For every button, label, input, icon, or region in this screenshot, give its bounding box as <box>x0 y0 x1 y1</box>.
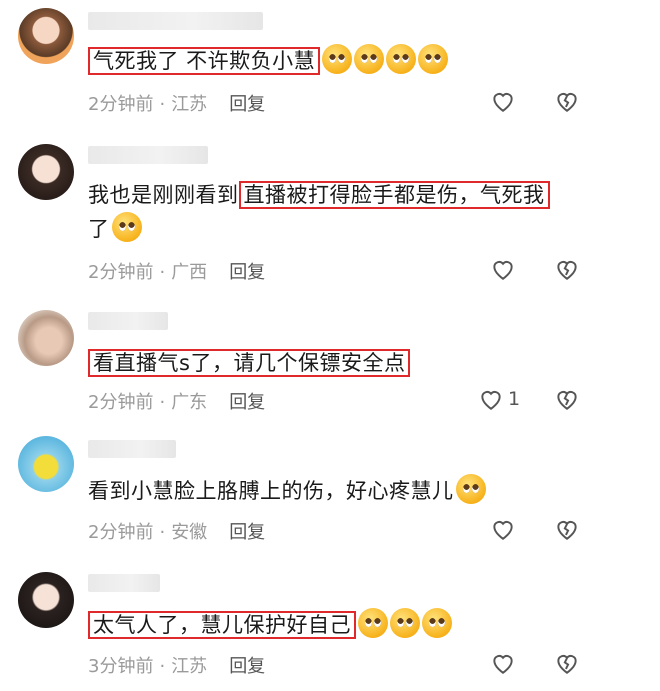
separator: · <box>159 392 166 413</box>
reply-button[interactable]: 回复 <box>229 262 265 283</box>
timestamp: 2分钟前 <box>88 522 154 543</box>
comment-text: 看直播气s了，请几个保镖安全点 <box>88 346 411 380</box>
avatar[interactable] <box>18 436 74 492</box>
comment-meta: 2分钟前 · 广东 回复 <box>88 388 265 414</box>
comment-text-content: 看直播气s了，请几个保镖安全点 <box>93 351 406 375</box>
timestamp: 2分钟前 <box>88 262 154 283</box>
dislike-button[interactable] <box>554 386 580 412</box>
separator: · <box>159 94 166 115</box>
broken-heart-icon <box>557 93 577 112</box>
username-blurred[interactable] <box>88 12 263 30</box>
username-blurred[interactable] <box>88 574 160 592</box>
highlight-box: 太气人了，慧儿保护好自己 <box>88 611 356 639</box>
timestamp: 2分钟前 <box>88 392 154 413</box>
avatar[interactable] <box>18 310 74 366</box>
reply-button[interactable]: 回复 <box>229 94 265 115</box>
avatar[interactable] <box>18 8 74 64</box>
crying-emoji-icon <box>111 212 142 242</box>
comment-meta: 2分钟前 · 广西 回复 <box>88 258 265 284</box>
highlight-box: 气死我了 不许欺负小慧 <box>88 47 321 75</box>
pleading-emoji-icon <box>358 608 388 638</box>
pleading-emoji-icon <box>322 44 353 74</box>
broken-heart-icon <box>557 521 577 540</box>
broken-heart-icon <box>557 391 577 410</box>
heart-icon <box>493 521 513 540</box>
timestamp: 2分钟前 <box>88 94 154 115</box>
location: 江苏 <box>171 94 208 115</box>
comment-text-content: 气死我了 不许欺负小慧 <box>93 49 316 73</box>
pleading-emoji-icon <box>422 608 452 638</box>
dislike-button[interactable] <box>554 88 580 114</box>
comment-meta: 2分钟前 · 江苏 回复 <box>88 90 265 116</box>
highlight-box: 看直播气s了，请几个保镖安全点 <box>88 349 411 377</box>
dislike-button[interactable] <box>554 650 580 676</box>
comment-text-line2: 了 <box>88 217 110 241</box>
pleading-emoji-icon <box>390 608 420 638</box>
pleading-emoji-icon <box>455 474 486 504</box>
like-button[interactable] <box>490 88 516 114</box>
separator: · <box>159 656 166 677</box>
like-button[interactable]: 1 <box>478 386 520 412</box>
like-button[interactable] <box>490 516 516 542</box>
location: 广西 <box>171 262 208 283</box>
username-blurred[interactable] <box>88 440 176 458</box>
location: 广东 <box>171 392 208 413</box>
heart-icon <box>493 261 513 280</box>
username-blurred[interactable] <box>88 146 208 164</box>
location: 江苏 <box>171 656 208 677</box>
dislike-button[interactable] <box>554 516 580 542</box>
pleading-emoji-icon <box>386 44 417 74</box>
avatar[interactable] <box>18 572 74 628</box>
like-button[interactable] <box>490 256 516 282</box>
timestamp: 3分钟前 <box>88 656 154 677</box>
like-button[interactable] <box>490 650 516 676</box>
highlight-box: 直播被打得脸手都是伤，气死我 <box>238 181 550 209</box>
comment-text: 气死我了 不许欺负小慧 <box>88 44 449 78</box>
comment-text-content: 太气人了，慧儿保护好自己 <box>93 613 351 637</box>
broken-heart-icon <box>557 261 577 280</box>
comment-text-content: 看到小慧脸上胳膊上的伤，好心疼慧儿 <box>88 479 454 503</box>
broken-heart-icon <box>557 655 577 674</box>
comment-text: 看到小慧脸上胳膊上的伤，好心疼慧儿 <box>88 474 486 508</box>
heart-icon <box>481 391 501 410</box>
comment-meta: 2分钟前 · 安徽 回复 <box>88 518 265 544</box>
avatar[interactable] <box>18 144 74 200</box>
username-blurred[interactable] <box>88 312 168 330</box>
location: 安徽 <box>171 522 208 543</box>
reply-button[interactable]: 回复 <box>229 392 265 413</box>
heart-icon <box>493 655 513 674</box>
like-count: 1 <box>508 388 521 410</box>
comment-text-prefix: 我也是刚刚看到 <box>88 183 239 207</box>
reply-button[interactable]: 回复 <box>229 522 265 543</box>
separator: · <box>159 262 166 283</box>
separator: · <box>159 522 166 543</box>
reply-button[interactable]: 回复 <box>229 656 265 677</box>
comment-text: 我也是刚刚看到 直播被打得脸手都是伤，气死我 了 <box>88 178 608 246</box>
comment-meta: 3分钟前 · 江苏 回复 <box>88 652 265 678</box>
pleading-emoji-icon <box>418 44 449 74</box>
pleading-emoji-icon <box>354 44 385 74</box>
comment-text: 太气人了，慧儿保护好自己 <box>88 608 452 642</box>
heart-icon <box>493 93 513 112</box>
dislike-button[interactable] <box>554 256 580 282</box>
